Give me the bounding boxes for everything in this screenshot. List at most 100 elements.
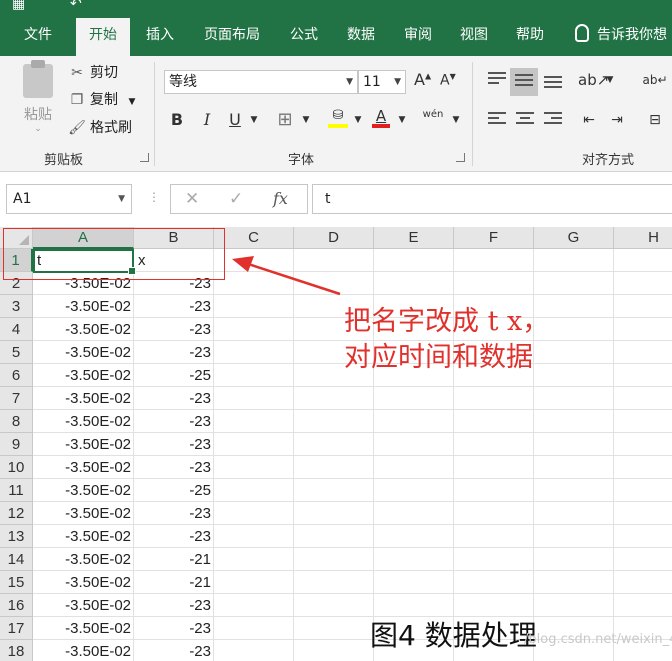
chevron-down-icon[interactable]: ▼ bbox=[248, 108, 260, 132]
cell-b[interactable]: -23 bbox=[134, 456, 214, 479]
tab-help[interactable]: 帮助 bbox=[506, 18, 554, 56]
cancel-icon[interactable]: ✕ bbox=[185, 189, 199, 209]
increase-font-size-button[interactable]: A▲ bbox=[414, 70, 431, 89]
tab-file[interactable]: 文件 bbox=[12, 18, 64, 56]
tab-data[interactable]: 数据 bbox=[336, 18, 386, 56]
formula-input[interactable]: t bbox=[312, 184, 672, 214]
row-header[interactable]: 13 bbox=[0, 525, 33, 548]
drag-handle-icon[interactable]: ⋮ bbox=[148, 190, 160, 204]
tell-me-search[interactable]: 告诉我你想 bbox=[575, 24, 667, 44]
row-header[interactable]: 12 bbox=[0, 502, 33, 525]
cell-b[interactable]: -23 bbox=[134, 341, 214, 364]
column-header-c[interactable]: C bbox=[214, 227, 294, 249]
name-box[interactable]: A1 ▼ bbox=[6, 184, 132, 214]
decrease-font-size-button[interactable]: A▼ bbox=[440, 72, 456, 89]
increase-indent-icon[interactable]: ⇥ bbox=[606, 108, 628, 132]
underline-button[interactable]: U bbox=[224, 108, 246, 132]
cell-b[interactable]: -23 bbox=[134, 640, 214, 661]
tab-page-layout[interactable]: 页面布局 bbox=[195, 18, 269, 56]
font-launcher-icon[interactable] bbox=[456, 153, 465, 162]
align-right-icon[interactable] bbox=[544, 112, 562, 128]
format-painter-button[interactable]: 🖌 格式刷 bbox=[68, 117, 132, 139]
align-center-icon[interactable] bbox=[516, 112, 534, 128]
cell-b[interactable]: -23 bbox=[134, 318, 214, 341]
align-bottom-icon[interactable] bbox=[544, 76, 562, 92]
cell-a[interactable]: -3.50E-02 bbox=[33, 571, 134, 594]
tab-formulas[interactable]: 公式 bbox=[280, 18, 328, 56]
row-header[interactable]: 6 bbox=[0, 364, 33, 387]
row-header[interactable]: 3 bbox=[0, 295, 33, 318]
font-family-select[interactable]: 等线 ▼ bbox=[164, 70, 358, 94]
cell-b[interactable]: -21 bbox=[134, 571, 214, 594]
cell-a[interactable]: -3.50E-02 bbox=[33, 387, 134, 410]
chevron-down-icon[interactable]: ▼ bbox=[128, 97, 135, 107]
chevron-down-icon[interactable]: ▼ bbox=[604, 68, 616, 92]
decrease-indent-icon[interactable]: ⇤ bbox=[578, 108, 600, 132]
undo-icon[interactable]: ↶ bbox=[70, 0, 82, 12]
cell-a[interactable]: -3.50E-02 bbox=[33, 341, 134, 364]
row-header[interactable]: 14 bbox=[0, 548, 33, 571]
cell-a[interactable]: -3.50E-02 bbox=[33, 548, 134, 571]
cell-a[interactable]: -3.50E-02 bbox=[33, 433, 134, 456]
font-color-button[interactable]: A bbox=[370, 108, 392, 132]
clipboard-launcher-icon[interactable] bbox=[140, 153, 149, 162]
wrap-text-icon[interactable]: ab↵ bbox=[642, 68, 668, 92]
cell-a[interactable]: -3.50E-02 bbox=[33, 525, 134, 548]
save-icon[interactable]: ▦ bbox=[12, 0, 25, 12]
row-header[interactable]: 5 bbox=[0, 341, 33, 364]
tab-home[interactable]: 开始 bbox=[76, 18, 130, 56]
align-top-icon[interactable] bbox=[488, 72, 506, 88]
align-left-icon[interactable] bbox=[488, 112, 506, 128]
chevron-down-icon[interactable]: ▼ bbox=[118, 185, 125, 213]
merge-center-icon[interactable]: ⊟ bbox=[642, 108, 668, 132]
align-middle-icon[interactable] bbox=[510, 68, 538, 96]
cell-b[interactable]: -25 bbox=[134, 479, 214, 502]
row-header[interactable]: 17 bbox=[0, 617, 33, 640]
row-header[interactable]: 7 bbox=[0, 387, 33, 410]
italic-button[interactable]: I bbox=[196, 108, 218, 132]
cell-a[interactable]: -3.50E-02 bbox=[33, 364, 134, 387]
tab-review[interactable]: 审阅 bbox=[394, 18, 442, 56]
row-header[interactable]: 8 bbox=[0, 410, 33, 433]
row-header[interactable]: 11 bbox=[0, 479, 33, 502]
cell-b[interactable]: -23 bbox=[134, 433, 214, 456]
font-size-select[interactable]: 11 ▼ bbox=[358, 70, 406, 94]
cell-b[interactable]: -23 bbox=[134, 617, 214, 640]
row-header[interactable]: 16 bbox=[0, 594, 33, 617]
row-header[interactable]: 18 bbox=[0, 640, 33, 661]
chevron-down-icon[interactable]: ▼ bbox=[352, 108, 364, 132]
phonetic-guide-button[interactable]: wén bbox=[420, 108, 446, 132]
cell-b[interactable]: -23 bbox=[134, 387, 214, 410]
chevron-down-icon[interactable]: ▼ bbox=[300, 108, 312, 132]
enter-icon[interactable]: ✓ bbox=[229, 189, 243, 209]
column-header-d[interactable]: D bbox=[294, 227, 374, 249]
cell-a[interactable]: -3.50E-02 bbox=[33, 295, 134, 318]
cell-b[interactable]: -23 bbox=[134, 594, 214, 617]
chevron-down-icon[interactable]: ▼ bbox=[396, 108, 408, 132]
cell-a[interactable]: -3.50E-02 bbox=[33, 640, 134, 661]
cut-button[interactable]: ✂ 剪切 bbox=[68, 62, 118, 84]
cell-a[interactable]: -3.50E-02 bbox=[33, 410, 134, 433]
column-header-h[interactable]: H bbox=[614, 227, 672, 249]
chevron-down-icon[interactable]: ▼ bbox=[450, 108, 462, 132]
cell-a[interactable]: -3.50E-02 bbox=[33, 617, 134, 640]
borders-icon[interactable]: ⊞ bbox=[272, 108, 298, 132]
copy-button[interactable]: ❐ 复制 ▼ bbox=[68, 89, 136, 111]
tab-insert[interactable]: 插入 bbox=[135, 18, 185, 56]
cell-a[interactable]: -3.50E-02 bbox=[33, 456, 134, 479]
column-header-g[interactable]: G bbox=[534, 227, 614, 249]
column-header-f[interactable]: F bbox=[454, 227, 534, 249]
cell-a[interactable]: -3.50E-02 bbox=[33, 479, 134, 502]
cell-a[interactable]: -3.50E-02 bbox=[33, 318, 134, 341]
cell-a[interactable]: -3.50E-02 bbox=[33, 594, 134, 617]
cell-b[interactable]: -23 bbox=[134, 410, 214, 433]
cell-b[interactable]: -25 bbox=[134, 364, 214, 387]
paste-button[interactable]: 粘贴 ⌄ bbox=[18, 60, 58, 134]
bold-button[interactable]: B bbox=[166, 108, 188, 132]
insert-function-button[interactable]: fx bbox=[273, 189, 288, 208]
column-header-e[interactable]: E bbox=[374, 227, 454, 249]
row-header[interactable]: 4 bbox=[0, 318, 33, 341]
fill-color-button[interactable]: ⛁ bbox=[326, 108, 350, 132]
cell-b[interactable]: -23 bbox=[134, 525, 214, 548]
row-header[interactable]: 10 bbox=[0, 456, 33, 479]
